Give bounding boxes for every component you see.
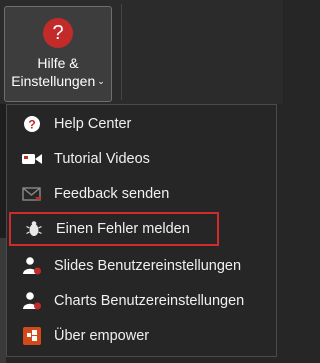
help-label-line1: Hilfe & bbox=[37, 55, 79, 71]
question-mark-glyph: ? bbox=[52, 22, 64, 44]
menu-item-charts-settings[interactable]: Charts Benutzereinstellungen bbox=[7, 284, 276, 318]
menu-item-label: Charts Benutzereinstellungen bbox=[54, 293, 245, 309]
menu-item-help-center[interactable]: ? Help Center bbox=[7, 107, 276, 141]
help-label-line2: Einstellungen bbox=[11, 73, 96, 89]
help-dropdown-menu: ? Help Center Tutorial Videos Feedback s… bbox=[6, 104, 277, 357]
menu-item-report-bug[interactable]: Einen Fehler melden bbox=[9, 212, 219, 246]
menu-item-label: Über empower bbox=[54, 328, 150, 344]
help-settings-button[interactable]: ? Hilfe & Einstellungen ⌄ bbox=[4, 6, 112, 102]
empower-logo-icon bbox=[21, 325, 43, 347]
question-circle-icon: ? bbox=[21, 113, 43, 135]
menu-item-feedback[interactable]: Feedback senden bbox=[7, 177, 276, 211]
menu-item-label: Einen Fehler melden bbox=[56, 221, 190, 237]
ribbon-divider bbox=[121, 4, 122, 100]
user-settings-icon bbox=[21, 255, 43, 277]
question-circle-icon: ? bbox=[43, 18, 73, 48]
menu-item-label: Help Center bbox=[54, 116, 132, 132]
user-settings-icon bbox=[21, 290, 43, 312]
menu-item-tutorial-videos[interactable]: Tutorial Videos bbox=[7, 142, 276, 176]
menu-item-label: Tutorial Videos bbox=[54, 151, 150, 167]
menu-item-slides-settings[interactable]: Slides Benutzereinstellungen bbox=[7, 249, 276, 283]
envelope-icon bbox=[21, 183, 43, 205]
menu-item-about-empower[interactable]: Über empower bbox=[7, 319, 276, 353]
chevron-down-icon: ⌄ bbox=[97, 76, 105, 86]
svg-text:?: ? bbox=[28, 118, 35, 132]
bug-icon bbox=[23, 218, 45, 240]
video-camera-icon bbox=[21, 148, 43, 170]
menu-item-label: Slides Benutzereinstellungen bbox=[54, 258, 242, 274]
menu-item-label: Feedback senden bbox=[54, 186, 170, 202]
help-settings-label: Hilfe & Einstellungen ⌄ bbox=[11, 54, 105, 90]
